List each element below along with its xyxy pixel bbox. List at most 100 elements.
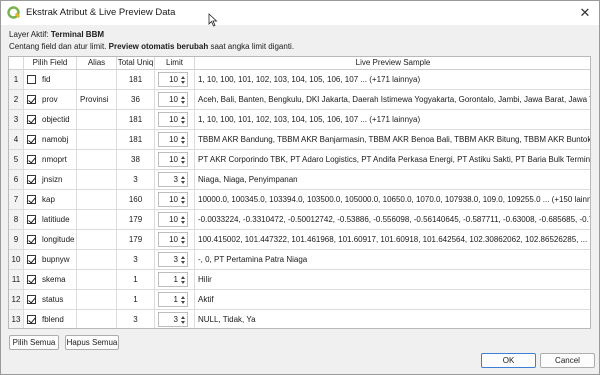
spin-up-icon[interactable] <box>181 256 185 259</box>
alias-cell[interactable]: Provinsi <box>77 90 117 110</box>
limit-value[interactable]: 3 <box>159 173 180 186</box>
spin-down-icon[interactable] <box>181 81 185 84</box>
limit-spinbox[interactable]: 10 <box>158 192 188 207</box>
close-icon[interactable]: ✕ <box>574 3 596 23</box>
alias-cell[interactable] <box>77 130 117 150</box>
spin-up-icon[interactable] <box>181 176 185 179</box>
select-all-button[interactable]: Pilih Semua <box>9 335 59 350</box>
header-limit[interactable]: Limit <box>155 57 195 70</box>
limit-value[interactable]: 10 <box>159 73 180 86</box>
limit-spinbox[interactable]: 3 <box>158 172 188 187</box>
alias-cell[interactable] <box>77 290 117 310</box>
spin-down-icon[interactable] <box>181 121 185 124</box>
limit-spinbox[interactable]: 10 <box>158 232 188 247</box>
limit-spinbox[interactable]: 10 <box>158 152 188 167</box>
spin-arrows[interactable] <box>180 213 187 226</box>
field-checkbox[interactable] <box>27 315 36 324</box>
field-checkbox[interactable] <box>27 75 36 84</box>
spin-arrows[interactable] <box>180 153 187 166</box>
alias-cell[interactable] <box>77 230 117 250</box>
spin-down-icon[interactable] <box>181 221 185 224</box>
field-checkbox[interactable] <box>27 195 36 204</box>
limit-value[interactable]: 10 <box>159 93 180 106</box>
field-checkbox[interactable] <box>27 95 36 104</box>
field-checkbox[interactable] <box>27 295 36 304</box>
limit-value[interactable]: 10 <box>159 153 180 166</box>
alias-cell[interactable] <box>77 310 117 328</box>
spin-down-icon[interactable] <box>181 201 185 204</box>
alias-cell[interactable] <box>77 150 117 170</box>
field-checkbox[interactable] <box>27 235 36 244</box>
spin-arrows[interactable] <box>180 193 187 206</box>
spin-up-icon[interactable] <box>181 296 185 299</box>
spin-up-icon[interactable] <box>181 216 185 219</box>
alias-cell[interactable] <box>77 110 117 130</box>
limit-spinbox[interactable]: 10 <box>158 72 188 87</box>
alias-cell[interactable] <box>77 170 117 190</box>
alias-cell[interactable] <box>77 210 117 230</box>
spin-arrows[interactable] <box>180 93 187 106</box>
alias-cell[interactable] <box>77 250 117 270</box>
field-checkbox[interactable] <box>27 155 36 164</box>
spin-up-icon[interactable] <box>181 196 185 199</box>
spin-arrows[interactable] <box>180 233 187 246</box>
header-alias[interactable]: Alias <box>77 57 117 70</box>
spin-up-icon[interactable] <box>181 276 185 279</box>
limit-value[interactable]: 10 <box>159 133 180 146</box>
spin-up-icon[interactable] <box>181 116 185 119</box>
limit-value[interactable]: 1 <box>159 273 180 286</box>
limit-spinbox[interactable]: 3 <box>158 312 188 327</box>
spin-arrows[interactable] <box>180 313 187 326</box>
ok-button[interactable]: OK <box>481 353 536 368</box>
limit-spinbox[interactable]: 10 <box>158 92 188 107</box>
limit-spinbox[interactable]: 1 <box>158 272 188 287</box>
spin-arrows[interactable] <box>180 273 187 286</box>
limit-spinbox[interactable]: 3 <box>158 252 188 267</box>
field-checkbox[interactable] <box>27 275 36 284</box>
spin-down-icon[interactable] <box>181 321 185 324</box>
spin-up-icon[interactable] <box>181 156 185 159</box>
clear-all-button[interactable]: Hapus Semua <box>65 335 119 350</box>
alias-cell[interactable] <box>77 190 117 210</box>
limit-value[interactable]: 3 <box>159 253 180 266</box>
limit-value[interactable]: 10 <box>159 113 180 126</box>
limit-value[interactable]: 10 <box>159 233 180 246</box>
header-pick-field[interactable]: Pilih Field <box>24 57 77 70</box>
spin-arrows[interactable] <box>180 73 187 86</box>
spin-arrows[interactable] <box>180 253 187 266</box>
spin-down-icon[interactable] <box>181 281 185 284</box>
alias-cell[interactable] <box>77 270 117 290</box>
limit-spinbox[interactable]: 1 <box>158 292 188 307</box>
spin-down-icon[interactable] <box>181 241 185 244</box>
spin-up-icon[interactable] <box>181 96 185 99</box>
spin-arrows[interactable] <box>180 133 187 146</box>
limit-value[interactable]: 3 <box>159 313 180 326</box>
field-checkbox[interactable] <box>27 175 36 184</box>
limit-value[interactable]: 10 <box>159 213 180 226</box>
spin-up-icon[interactable] <box>181 136 185 139</box>
limit-spinbox[interactable]: 10 <box>158 132 188 147</box>
header-live-preview[interactable]: Live Preview Sample <box>195 57 590 70</box>
spin-down-icon[interactable] <box>181 181 185 184</box>
spin-arrows[interactable] <box>180 173 187 186</box>
spin-down-icon[interactable] <box>181 261 185 264</box>
cancel-button[interactable]: Cancel <box>540 353 595 368</box>
alias-cell[interactable] <box>77 70 117 90</box>
spin-down-icon[interactable] <box>181 161 185 164</box>
spin-up-icon[interactable] <box>181 316 185 319</box>
field-checkbox[interactable] <box>27 215 36 224</box>
spin-arrows[interactable] <box>180 293 187 306</box>
spin-up-icon[interactable] <box>181 76 185 79</box>
spin-arrows[interactable] <box>180 113 187 126</box>
header-total-uniq[interactable]: Total Uniq <box>117 57 155 70</box>
spin-down-icon[interactable] <box>181 101 185 104</box>
limit-spinbox[interactable]: 10 <box>158 212 188 227</box>
spin-up-icon[interactable] <box>181 236 185 239</box>
limit-value[interactable]: 10 <box>159 193 180 206</box>
limit-value[interactable]: 1 <box>159 293 180 306</box>
limit-spinbox[interactable]: 10 <box>158 112 188 127</box>
field-checkbox[interactable] <box>27 135 36 144</box>
spin-down-icon[interactable] <box>181 141 185 144</box>
field-checkbox[interactable] <box>27 115 36 124</box>
field-checkbox[interactable] <box>27 255 36 264</box>
